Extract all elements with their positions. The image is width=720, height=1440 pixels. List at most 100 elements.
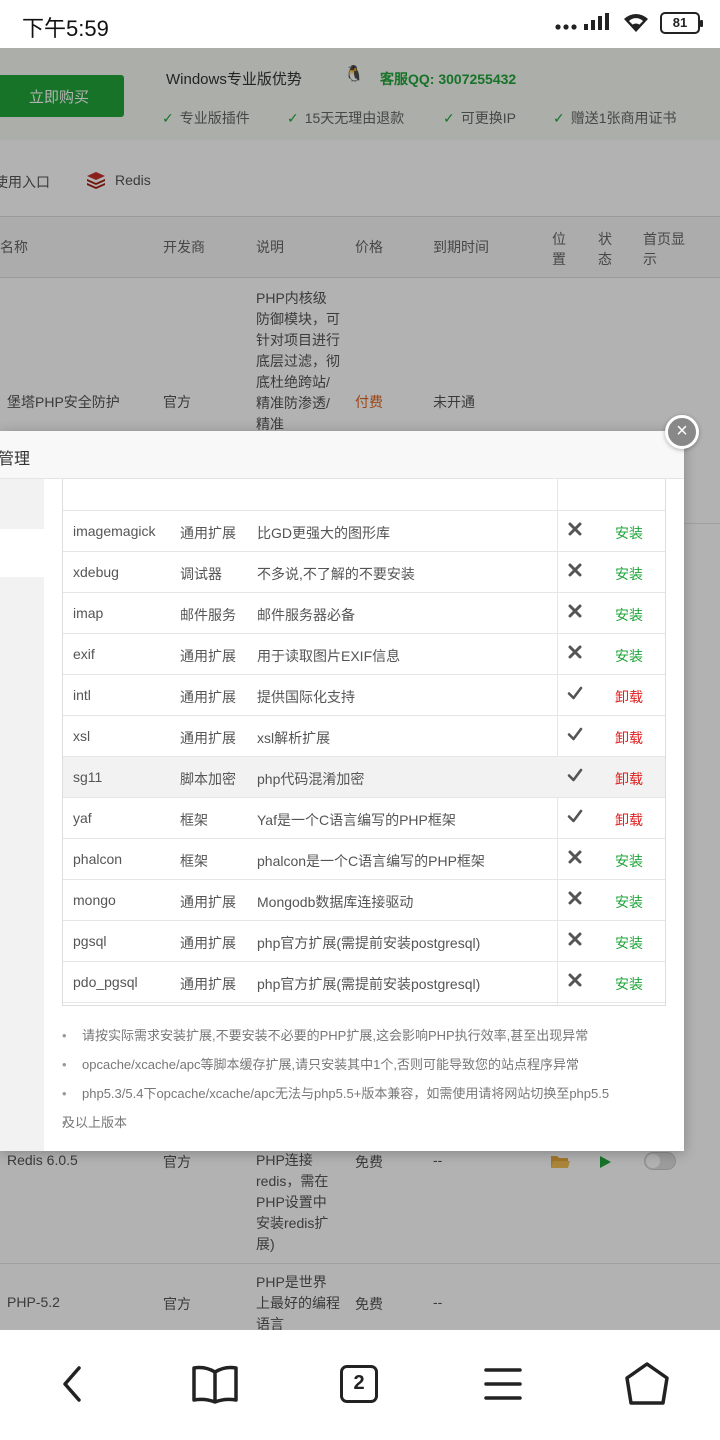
extension-name: mongo bbox=[73, 892, 116, 908]
extension-name: imap bbox=[73, 605, 104, 621]
cross-icon bbox=[568, 604, 582, 618]
modal-title: 管理 bbox=[0, 451, 31, 468]
bookmarks-button[interactable] bbox=[185, 1354, 245, 1414]
extension-type: 框架 bbox=[180, 853, 208, 869]
extension-desc: 提供国际化支持 bbox=[257, 689, 355, 705]
extension-name: sg11 bbox=[73, 769, 103, 785]
extension-name: xdebug bbox=[73, 564, 119, 580]
cross-icon bbox=[568, 522, 582, 536]
extension-name: phalcon bbox=[73, 851, 123, 867]
check-icon bbox=[567, 686, 583, 700]
extension-name: xsl bbox=[73, 728, 91, 744]
signal-icon bbox=[555, 13, 609, 30]
extension-table: imagemagick 通用扩展 比GD更强大的图形库 安装 xdebug 调试器 不多说,… bbox=[62, 479, 666, 1006]
install-link[interactable]: 安装 bbox=[615, 523, 643, 543]
extension-row-partial bbox=[63, 479, 665, 511]
extension-desc: Yaf是一个C语言编写的PHP框架 bbox=[257, 812, 456, 828]
extension-type: 通用扩展 bbox=[180, 935, 236, 951]
extension-type: 通用扩展 bbox=[180, 730, 236, 746]
note-item-continued: 及以上版本 bbox=[62, 1108, 678, 1137]
extension-desc: 用于读取图片EXIF信息 bbox=[257, 648, 401, 664]
status-icons: 81 bbox=[554, 12, 703, 34]
modal-sidebar bbox=[0, 479, 44, 1151]
extension-row: xsl 通用扩展 xsl解析扩展 卸载 bbox=[63, 716, 665, 757]
install-link[interactable]: 安装 bbox=[615, 974, 643, 994]
extension-row: phalcon 框架 phalcon是一个C语言编写的PHP框架 安装 bbox=[63, 839, 665, 880]
extension-type: 通用扩展 bbox=[180, 894, 236, 910]
install-link[interactable]: 安装 bbox=[615, 646, 643, 666]
extension-desc: 邮件服务器必备 bbox=[257, 607, 355, 623]
extension-desc: php代码混淆加密 bbox=[257, 771, 365, 787]
check-icon bbox=[567, 768, 583, 782]
extension-desc: phalcon是一个C语言编写的PHP框架 bbox=[257, 853, 485, 869]
uninstall-link[interactable]: 卸载 bbox=[615, 687, 643, 707]
cross-icon bbox=[568, 973, 582, 987]
cross-icon bbox=[568, 563, 582, 577]
check-icon bbox=[567, 727, 583, 741]
check-icon bbox=[567, 809, 583, 823]
extension-type: 调试器 bbox=[180, 566, 222, 582]
extension-row: xdebug 调试器 不多说,不了解的不要安装 安装 bbox=[63, 552, 665, 593]
uninstall-link[interactable]: 卸载 bbox=[615, 769, 643, 789]
browser-nav-bar: 2 bbox=[0, 1330, 720, 1440]
extension-row: yaf 框架 Yaf是一个C语言编写的PHP框架 卸载 bbox=[63, 798, 665, 839]
extension-name: intl bbox=[73, 687, 91, 703]
extension-type: 脚本加密 bbox=[180, 771, 236, 787]
tabs-button[interactable]: 2 bbox=[329, 1354, 389, 1414]
close-icon[interactable]: × bbox=[665, 415, 699, 449]
extension-type: 通用扩展 bbox=[180, 525, 236, 541]
note-item: opcache/xcache/apc等脚本缓存扩展,请只安装其中1个,否则可能导… bbox=[62, 1050, 678, 1079]
extension-type: 通用扩展 bbox=[180, 689, 236, 705]
note-item: php5.3/5.4下opcache/xcache/apc无法与php5.5+版… bbox=[62, 1079, 678, 1108]
extension-desc: xsl解析扩展 bbox=[257, 730, 331, 746]
notes-list: 请按实际需求安装扩展,不要安装不必要的PHP扩展,这会影响PHP执行效率,甚至出… bbox=[62, 1021, 678, 1137]
extension-name: pgsql bbox=[73, 933, 107, 949]
install-link[interactable]: 安装 bbox=[615, 933, 643, 953]
extension-row: sg11 脚本加密 php代码混淆加密 卸载 bbox=[63, 757, 665, 798]
install-link[interactable]: 安装 bbox=[615, 851, 643, 871]
cross-icon bbox=[568, 891, 582, 905]
extension-name: yaf bbox=[73, 810, 92, 826]
home-button[interactable] bbox=[617, 1354, 677, 1414]
extension-desc: 不多说,不了解的不要安装 bbox=[257, 566, 415, 582]
sidebar-item-active[interactable] bbox=[0, 529, 44, 577]
extension-row: pdo_pgsql 通用扩展 php官方扩展(需提前安装postgresql) 安装 bbox=[63, 962, 665, 1003]
cross-icon bbox=[568, 932, 582, 946]
extension-type: 通用扩展 bbox=[180, 976, 236, 992]
extension-row: mongo 通用扩展 Mongodb数据库连接驱动 安装 bbox=[63, 880, 665, 921]
note-item: 请按实际需求安装扩展,不要安装不必要的PHP扩展,这会影响PHP执行效率,甚至出… bbox=[62, 1021, 678, 1050]
uninstall-link[interactable]: 卸载 bbox=[615, 728, 643, 748]
tabs-icon: 2 bbox=[340, 1365, 378, 1403]
extension-name: exif bbox=[73, 646, 95, 662]
extension-row: exif 通用扩展 用于读取图片EXIF信息 安装 bbox=[63, 634, 665, 675]
extension-row: intl 通用扩展 提供国际化支持 卸载 bbox=[63, 675, 665, 716]
status-bar: 下午5:59 81 bbox=[0, 0, 720, 48]
extension-name: imagemagick bbox=[73, 523, 156, 539]
book-icon bbox=[192, 1365, 238, 1404]
extension-manager-modal: 管理 imagemagick 通用扩展 比GD更强大的图形库 安装 xdebug 调试器不… bbox=[0, 431, 684, 1151]
install-link[interactable]: 安装 bbox=[615, 892, 643, 912]
menu-icon bbox=[484, 1368, 522, 1400]
menu-button[interactable] bbox=[473, 1354, 533, 1414]
extension-row: imagemagick 通用扩展 比GD更强大的图形库 安装 bbox=[63, 511, 665, 552]
extension-desc: php官方扩展(需提前安装postgresql) bbox=[257, 976, 481, 992]
extension-desc: Mongodb数据库连接驱动 bbox=[257, 894, 414, 910]
extension-type: 框架 bbox=[180, 812, 208, 828]
back-button[interactable] bbox=[42, 1354, 102, 1414]
extension-row: imap 邮件服务 邮件服务器必备 安装 bbox=[63, 593, 665, 634]
tabs-count: 2 bbox=[353, 1372, 365, 1394]
install-link[interactable]: 安装 bbox=[615, 564, 643, 584]
extension-type: 邮件服务 bbox=[180, 607, 236, 623]
wifi-icon bbox=[624, 14, 648, 32]
extension-desc: php官方扩展(需提前安装postgresql) bbox=[257, 935, 481, 951]
install-link[interactable]: 安装 bbox=[615, 605, 643, 625]
extension-desc: 比GD更强大的图形库 bbox=[257, 525, 390, 541]
cross-icon bbox=[568, 645, 582, 659]
extension-row: pgsql 通用扩展 php官方扩展(需提前安装postgresql) 安装 bbox=[63, 921, 665, 962]
uninstall-link[interactable]: 卸载 bbox=[615, 810, 643, 830]
back-icon bbox=[63, 1366, 81, 1402]
status-time: 下午5:59 bbox=[22, 16, 109, 41]
extension-name: pdo_pgsql bbox=[73, 974, 138, 990]
extension-type: 通用扩展 bbox=[180, 648, 236, 664]
battery-icon: 81 bbox=[660, 12, 703, 34]
